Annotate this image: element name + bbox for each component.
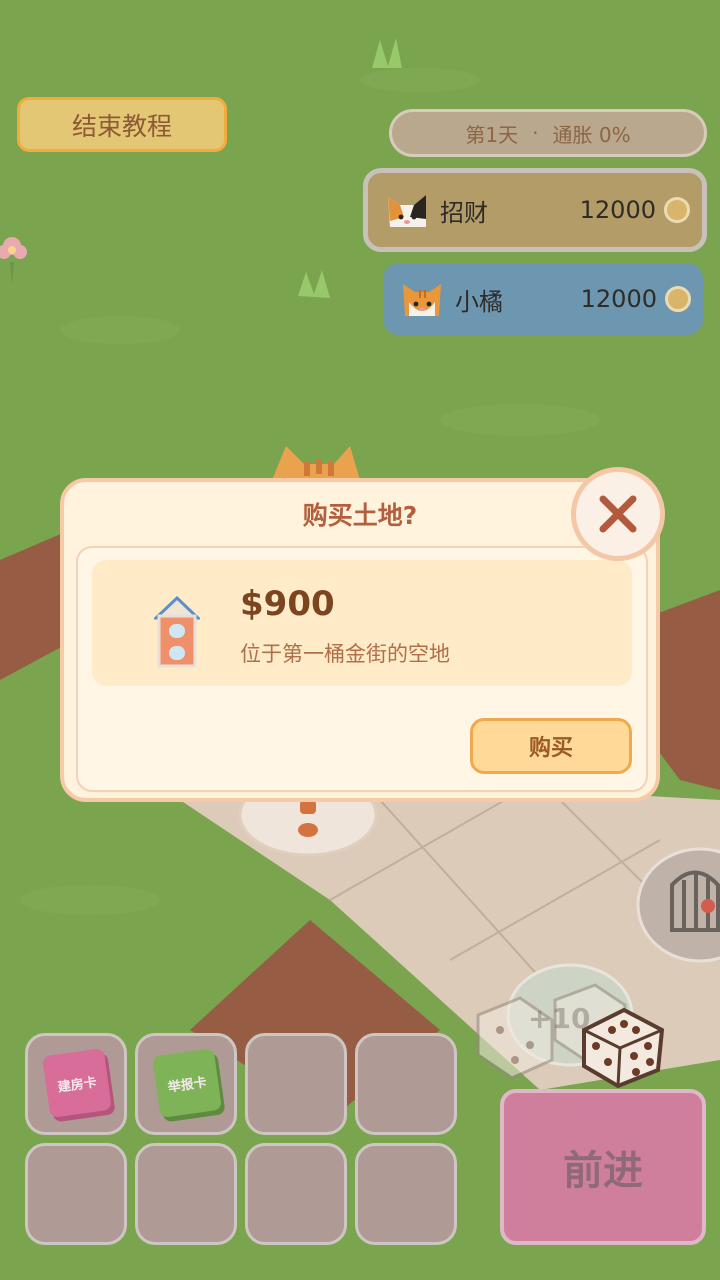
land-info-card: $900 位于第一桶金街的空地 — [92, 560, 632, 686]
buy-button[interactable]: 购买 — [470, 718, 632, 774]
coin-icon — [665, 286, 691, 312]
land-price: $900 — [240, 584, 335, 624]
land-description: 位于第一桶金街的空地 — [240, 642, 450, 666]
card-slot[interactable] — [245, 1033, 347, 1135]
house-icon — [154, 596, 200, 668]
card-slot[interactable] — [355, 1143, 457, 1245]
day-inflation-indicator: 第1天 · 通胀 0% — [389, 109, 707, 157]
buy-land-dialog: 购买土地? $900 位于第一桶金街的空地 购买 — [60, 478, 660, 802]
player-name: 招财 — [440, 198, 488, 227]
day-label: 第1天 — [465, 122, 519, 147]
player-card-xiaoju[interactable]: 小橘 12000 — [383, 263, 703, 335]
dice-icon[interactable] — [578, 1000, 666, 1088]
player-money: 12000 — [580, 285, 657, 313]
end-tutorial-button[interactable]: 结束教程 — [17, 97, 227, 152]
build-card[interactable]: 建房卡 — [41, 1047, 113, 1119]
close-icon — [599, 495, 637, 533]
card-slot[interactable] — [25, 1143, 127, 1245]
card-slot[interactable] — [135, 1143, 237, 1245]
coin-icon — [664, 197, 690, 223]
card-slot[interactable]: 举报卡 — [135, 1033, 237, 1135]
report-card[interactable]: 举报卡 — [151, 1047, 223, 1119]
player-card-zhaocai[interactable]: 招财 12000 — [363, 168, 707, 252]
advance-button[interactable]: 前进 — [500, 1089, 706, 1245]
player-name: 小橘 — [455, 287, 503, 316]
card-slot[interactable] — [245, 1143, 347, 1245]
separator-dot: · — [532, 121, 539, 145]
card-slot[interactable] — [355, 1033, 457, 1135]
player-money: 12000 — [579, 196, 656, 224]
dialog-body: $900 位于第一桶金街的空地 购买 — [76, 546, 648, 792]
close-dialog-button[interactable] — [571, 467, 665, 561]
dialog-title: 购买土地? — [302, 501, 418, 530]
card-slot[interactable]: 建房卡 — [25, 1033, 127, 1135]
calico-cat-icon — [388, 195, 426, 227]
orange-cat-icon — [403, 284, 441, 316]
inflation-label: 通胀 0% — [552, 122, 631, 147]
